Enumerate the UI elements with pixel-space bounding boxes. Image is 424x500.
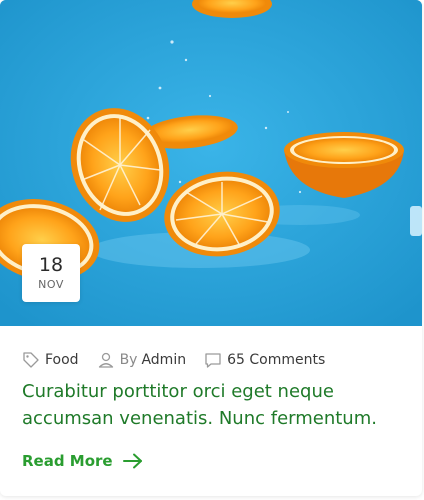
category-label: Food	[45, 352, 79, 368]
read-more-link[interactable]: Read More	[22, 452, 143, 470]
post-title[interactable]: Curabitur porttitor orci eget neque accu…	[22, 378, 402, 432]
date-day: 18	[38, 254, 64, 276]
date-month: NOV	[38, 278, 64, 291]
meta-category[interactable]: Food	[22, 351, 79, 369]
post-image[interactable]: 18 NOV	[0, 0, 422, 326]
comment-icon	[205, 353, 221, 368]
blog-post-card: 18 NOV Food By Admin 65 Comments Curabit…	[0, 0, 422, 496]
comments-count: 65 Comments	[227, 352, 326, 368]
meta-author[interactable]: By Admin	[97, 351, 187, 369]
tag-icon	[23, 352, 39, 368]
author-prefix: By	[119, 352, 138, 368]
post-meta: Food By Admin 65 Comments	[22, 350, 343, 370]
arrow-right-icon	[122, 453, 142, 469]
date-badge: 18 NOV	[22, 244, 80, 302]
user-icon	[98, 352, 113, 368]
read-more-label: Read More	[22, 452, 113, 470]
author-name: Admin	[141, 352, 187, 368]
meta-comments[interactable]: 65 Comments	[204, 351, 325, 369]
